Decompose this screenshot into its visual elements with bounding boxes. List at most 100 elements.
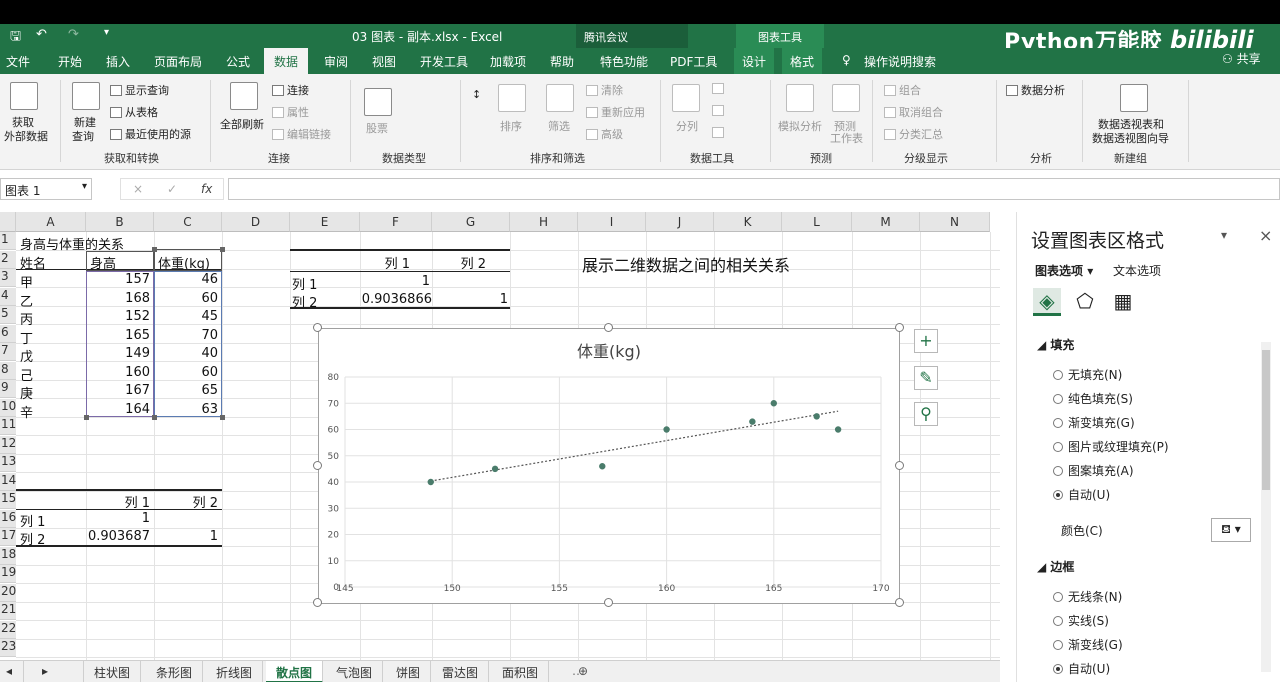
sheet-tab-pie[interactable]: 饼图: [386, 661, 432, 682]
corr-right-r2c1[interactable]: 0.9036866: [360, 292, 432, 307]
record-height[interactable]: 152: [86, 309, 150, 324]
record-height[interactable]: 164: [86, 402, 150, 417]
resize-handle[interactable]: [895, 598, 904, 607]
fill-option-auto[interactable]: 自动(U): [1053, 486, 1110, 503]
record-height[interactable]: 149: [86, 346, 150, 361]
corr-right-col1[interactable]: 列 1: [360, 253, 410, 272]
row-header[interactable]: 4: [0, 287, 16, 306]
record-name[interactable]: 丁: [20, 328, 33, 347]
data-validation-icon[interactable]: [712, 126, 727, 139]
row-header[interactable]: 14: [0, 472, 16, 491]
edit-links-button[interactable]: 编辑链接: [272, 126, 331, 142]
ungroup-button[interactable]: 取消组合: [884, 104, 943, 120]
save-icon[interactable]: 🖫: [10, 27, 21, 49]
fill-option-picture[interactable]: 图片或纹理填充(P): [1053, 438, 1169, 455]
record-weight[interactable]: 70: [154, 328, 218, 343]
record-name[interactable]: 丙: [20, 309, 33, 328]
record-name[interactable]: 庚: [20, 383, 33, 402]
effects-icon[interactable]: ⬠: [1071, 288, 1099, 316]
column-header-j[interactable]: J: [646, 212, 714, 232]
tab-page-layout[interactable]: 页面布局: [154, 53, 202, 70]
row-header[interactable]: 22: [0, 620, 16, 639]
scroll-left-icon[interactable]: ◂: [0, 661, 24, 682]
row-header[interactable]: 20: [0, 583, 16, 602]
row-header[interactable]: 15: [0, 491, 16, 509]
column-header-f[interactable]: F: [360, 212, 432, 232]
sheet-tab-scatter[interactable]: 散点图: [266, 661, 324, 682]
resize-handle[interactable]: [313, 461, 322, 470]
chevron-down-icon[interactable]: ▾: [82, 181, 87, 192]
row-header[interactable]: 2: [0, 250, 16, 269]
corr-right-r2c2[interactable]: 1: [432, 292, 508, 307]
record-weight[interactable]: 46: [154, 272, 218, 287]
recent-sources-button[interactable]: 最近使用的源: [110, 126, 191, 142]
record-height[interactable]: 157: [86, 272, 150, 287]
column-header-h[interactable]: H: [510, 212, 578, 232]
customize-toolbar-icon[interactable]: ▾: [104, 27, 109, 38]
record-name[interactable]: 甲: [20, 272, 33, 291]
record-name[interactable]: 辛: [20, 402, 33, 421]
external-data-icon[interactable]: [10, 82, 38, 110]
remove-duplicates-icon[interactable]: [712, 104, 727, 117]
record-weight[interactable]: 60: [154, 365, 218, 380]
corr-left-r1c1[interactable]: 1: [86, 511, 150, 526]
scatter-chart[interactable]: 体重(kg) 0 10 20 30 40 50 60 70 80 145 150 155 160 165 17…: [318, 328, 900, 604]
resize-handle[interactable]: [313, 323, 322, 332]
column-header-a[interactable]: A: [16, 212, 86, 232]
row-header[interactable]: 19: [0, 565, 16, 583]
name-box[interactable]: 图表 1 ▾: [0, 178, 92, 200]
border-option-none[interactable]: 无线条(N): [1053, 588, 1122, 605]
sort-icon[interactable]: [498, 84, 526, 112]
column-header-k[interactable]: K: [714, 212, 782, 232]
note-text[interactable]: 展示二维数据之间的相关关系: [582, 252, 790, 276]
column-header-b[interactable]: B: [86, 212, 154, 232]
text-options-tab[interactable]: 文本选项: [1113, 262, 1161, 279]
sheet-tab-area[interactable]: 面积图: [492, 661, 550, 682]
enter-icon[interactable]: ✓: [167, 182, 177, 196]
row-header[interactable]: 10: [0, 398, 16, 417]
sheet-tab-hbar-chart[interactable]: 条形图: [146, 661, 204, 682]
tab-help[interactable]: 帮助: [550, 53, 574, 70]
refresh-all-icon[interactable]: [230, 82, 258, 110]
tell-me-search[interactable]: 操作说明搜索: [864, 53, 936, 70]
record-height[interactable]: 165: [86, 328, 150, 343]
tab-format[interactable]: 格式: [782, 48, 823, 74]
fill-option-solid[interactable]: 纯色填充(S): [1053, 390, 1133, 407]
tab-home[interactable]: 开始: [58, 53, 82, 70]
size-properties-icon[interactable]: ▦: [1109, 288, 1137, 316]
record-name[interactable]: 乙: [20, 291, 33, 310]
tab-file[interactable]: 文件: [6, 53, 30, 70]
record-weight[interactable]: 45: [154, 309, 218, 324]
chart-plot[interactable]: 体重(kg)01020304050607080145 150 155 160 165 17…: [319, 329, 899, 603]
border-section[interactable]: ◢ 边框: [1037, 558, 1074, 575]
column-header-c[interactable]: C: [154, 212, 222, 232]
record-name[interactable]: 戊: [20, 346, 33, 365]
corr-left-r2c1[interactable]: 0.903687: [86, 529, 150, 544]
sheet-tab-line-chart[interactable]: 折线图: [206, 661, 264, 682]
tab-developer[interactable]: 开发工具: [420, 53, 468, 70]
sort-button[interactable]: 排序: [500, 118, 522, 134]
plus-icon[interactable]: +: [914, 329, 938, 353]
border-option-gradient[interactable]: 渐变线(G): [1053, 636, 1123, 653]
tab-formulas[interactable]: 公式: [226, 53, 250, 70]
chevron-down-icon[interactable]: ▾: [1221, 228, 1227, 242]
resize-handle[interactable]: [313, 598, 322, 607]
connections-button[interactable]: 连接: [272, 82, 309, 98]
corr-right-r1c1[interactable]: 1: [360, 274, 430, 289]
resize-handle[interactable]: [895, 323, 904, 332]
stocks-button[interactable]: 股票: [366, 120, 388, 136]
record-weight[interactable]: 63: [154, 402, 218, 417]
new-query-icon[interactable]: [72, 82, 100, 110]
fill-option-pattern[interactable]: 图案填充(A): [1053, 462, 1134, 479]
resize-handle[interactable]: [604, 323, 613, 332]
sheet-tab-bar-chart[interactable]: 柱状图: [84, 661, 142, 682]
filter-icon[interactable]: ⚲: [914, 402, 938, 426]
sheet-tab-radar[interactable]: 雷达图: [432, 661, 490, 682]
fill-color-picker[interactable]: ⛾ ▾: [1211, 518, 1251, 542]
flash-fill-icon[interactable]: [712, 82, 727, 95]
fill-option-gradient[interactable]: 渐变填充(G): [1053, 414, 1135, 431]
reapply-button[interactable]: 重新应用: [586, 104, 645, 120]
border-option-auto[interactable]: 自动(U): [1053, 660, 1110, 677]
row-header[interactable]: 23: [0, 639, 16, 657]
pivot-wizard-icon[interactable]: [1120, 84, 1148, 112]
